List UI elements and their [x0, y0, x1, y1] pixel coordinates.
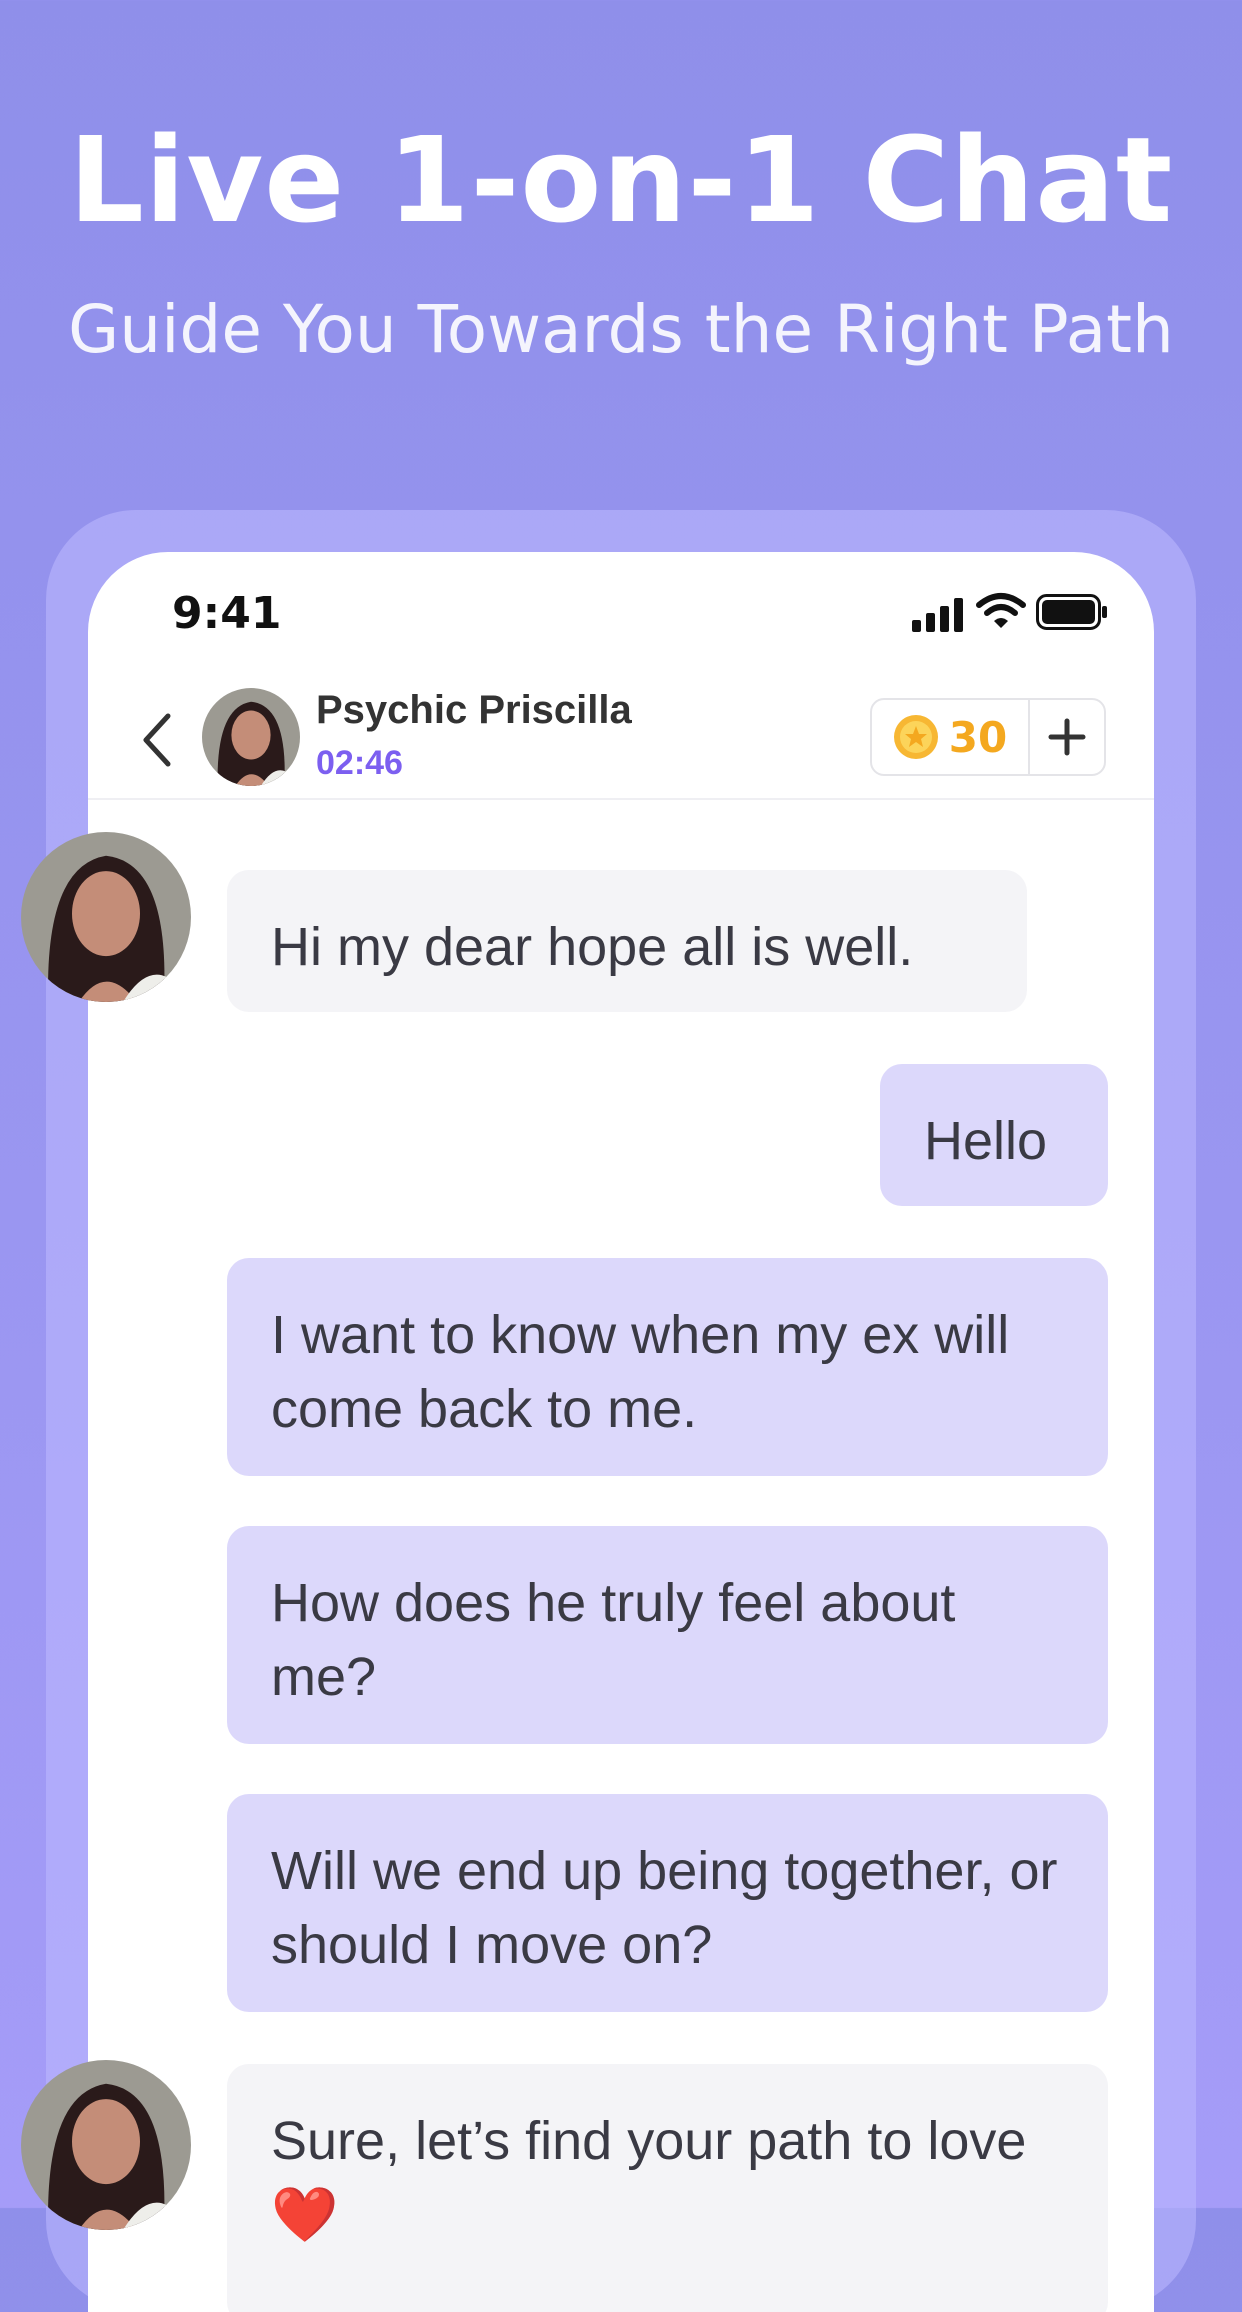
header-divider	[88, 798, 1154, 800]
message-text: Hi my dear hope all is well.	[271, 917, 914, 977]
session-timer: 02:46	[316, 744, 403, 782]
advisor-avatar[interactable]	[21, 2060, 191, 2230]
promo-subtitle: Guide You Towards the Right Path	[68, 291, 1174, 368]
signal-icon	[912, 598, 963, 632]
status-time: 9:41	[172, 588, 282, 639]
message-bubble: Will we end up being together, or should…	[227, 1794, 1108, 2012]
message-bubble: How does he truly feel about me?	[227, 1526, 1108, 1744]
promo-title: Live 1-on-1 Chat	[68, 111, 1174, 249]
message-text: Hello	[924, 1111, 1048, 1171]
message-text: Will we end up being together, or should…	[271, 1841, 1058, 1975]
add-coins-button[interactable]	[1030, 700, 1104, 774]
advisor-avatar[interactable]	[202, 688, 300, 786]
message-bubble: Sure, let’s find your path to love ❤️	[227, 2064, 1108, 2312]
coin-count: 30	[948, 712, 1008, 762]
message-bubble: Hello	[880, 1064, 1108, 1206]
coin-balance: 30	[872, 700, 1030, 774]
advisor-name: Psychic Priscilla	[316, 688, 632, 732]
plus-icon	[1048, 718, 1086, 756]
back-icon[interactable]	[138, 710, 174, 770]
message-text: Sure, let’s find your path to love ❤️	[271, 2111, 1027, 2245]
wifi-icon	[976, 593, 1026, 628]
advisor-avatar[interactable]	[21, 832, 191, 1002]
message-text: I want to know when my ex will come back…	[271, 1305, 1010, 1439]
message-bubble: Hi my dear hope all is well.	[227, 870, 1027, 1012]
message-text: How does he truly feel about me?	[271, 1573, 956, 1707]
message-bubble: I want to know when my ex will come back…	[227, 1258, 1108, 1476]
battery-icon	[1036, 594, 1107, 630]
coin-icon	[893, 715, 938, 759]
phone-screen: 9:41 Psychic Priscilla 02:46 30 Hi my de…	[88, 552, 1154, 2312]
coin-balance-widget: 30	[870, 698, 1106, 776]
